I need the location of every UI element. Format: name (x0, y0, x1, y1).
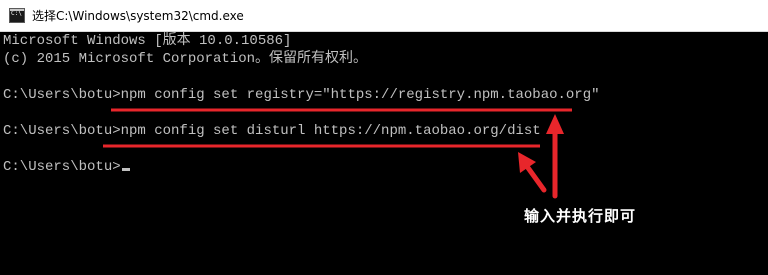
cmd-console-icon: C:\ (9, 8, 25, 23)
text-cursor (121, 168, 130, 171)
title-bar[interactable]: C:\ 选择C:\Windows\system32\cmd.exe (0, 0, 768, 32)
console-line-version: Microsoft Windows [版本 10.0.10586] (3, 33, 292, 49)
console-prompt-line[interactable]: C:\Users\botu> (3, 158, 130, 176)
console-line-disturl-command: C:\Users\botu>npm config set disturl htt… (3, 123, 541, 139)
console-output[interactable]: Microsoft Windows [版本 10.0.10586] (c) 20… (0, 32, 768, 275)
console-prompt: C:\Users\botu> (3, 159, 121, 175)
window-title: 选择C:\Windows\system32\cmd.exe (32, 9, 244, 23)
console-line-copyright: (c) 2015 Microsoft Corporation。保留所有权利。 (3, 51, 368, 67)
icon-glyph: C:\ (11, 10, 22, 17)
annotation-label: 输入并执行即可 (524, 207, 637, 225)
console-line-registry-command: C:\Users\botu>npm config set registry="h… (3, 87, 600, 103)
cmd-window: C:\ 选择C:\Windows\system32\cmd.exe Micros… (0, 0, 768, 275)
